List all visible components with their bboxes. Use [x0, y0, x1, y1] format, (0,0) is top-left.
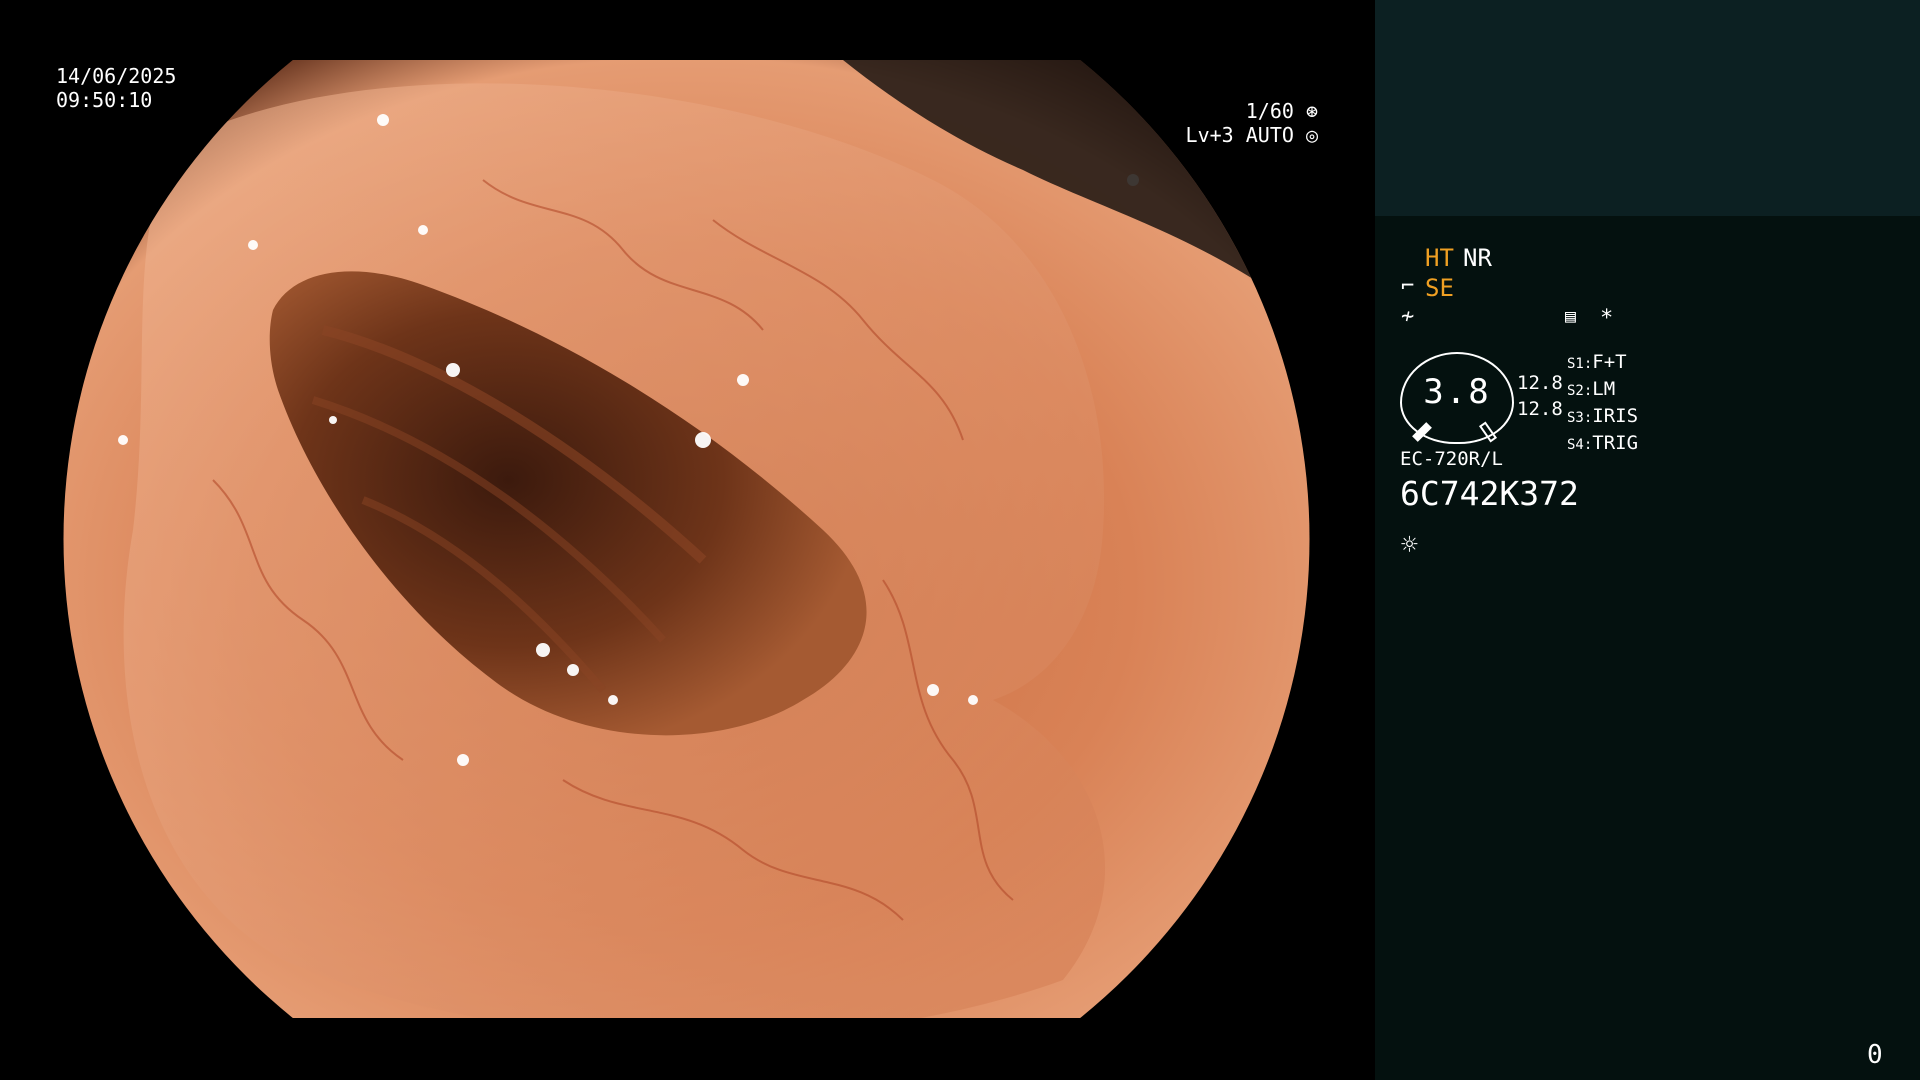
mode-ht: HT	[1425, 244, 1454, 272]
switch-row: S2:LM	[1567, 377, 1638, 404]
switch-row: S3:IRIS	[1567, 404, 1638, 431]
panel-header-area	[1375, 0, 1920, 216]
aperture-icon: ⊛	[1305, 99, 1318, 123]
switch-value: LM	[1592, 378, 1616, 400]
date-label: 14/06/2025	[56, 64, 177, 88]
date-time-readout: 14/06/2025 09:50:10	[56, 64, 176, 112]
readout-2: 12.8	[1517, 398, 1563, 420]
readout-1: 12.8	[1517, 372, 1563, 394]
mode-nr: NR	[1463, 244, 1492, 272]
switch-key: S4:	[1567, 437, 1593, 453]
switch-key: S2:	[1567, 383, 1593, 399]
auto-exposure-icon: ◎	[1305, 123, 1318, 147]
menu-icon: ▤	[1565, 306, 1576, 327]
gauge-needle-right	[1478, 421, 1498, 443]
gauge-value: 3.8	[1423, 372, 1491, 412]
freeze-icon: ≁	[1401, 304, 1415, 329]
endoscope-viewport: 14/06/2025 09:50:10 1/60 ⊛ Lv+3 AUTO ◎	[0, 0, 1375, 1080]
scope-tip-icon: ⌐	[1401, 274, 1415, 299]
light-source-icon: ☼	[1401, 528, 1418, 561]
star-marker: *	[1600, 306, 1614, 331]
scope-model: EC-720R/L	[1400, 448, 1503, 470]
level-row: Lv+3 AUTO ◎	[1186, 123, 1318, 147]
switch-key: S3:	[1567, 410, 1593, 426]
switch-row: S1:F+T	[1567, 350, 1638, 377]
mode-se: SE	[1425, 274, 1454, 302]
switch-key: S1:	[1567, 356, 1593, 372]
shutter-row: 1/60 ⊛	[1186, 99, 1318, 123]
colon-lumen-image	[63, 60, 1310, 1018]
switch-row: S4:TRIG	[1567, 431, 1638, 458]
switch-value: F+T	[1592, 351, 1627, 373]
level-label: Lv+3 AUTO	[1185, 123, 1294, 147]
exposure-readout: 1/60 ⊛ Lv+3 AUTO ◎	[1186, 99, 1318, 147]
frame-counter: 0	[1867, 1040, 1883, 1070]
endoscopic-image	[63, 60, 1310, 1018]
gauge: 3.8	[1400, 352, 1514, 444]
info-panel: HT NR ⌐ SE ≁ ▤ * 3.8 12.8 12.8 S1:F+T S2…	[1375, 0, 1920, 1080]
switch-list: S1:F+T S2:LM S3:IRIS S4:TRIG	[1567, 350, 1638, 458]
shutter-label: 1/60	[1245, 99, 1294, 123]
switch-value: IRIS	[1592, 405, 1639, 427]
switch-value: TRIG	[1592, 432, 1639, 454]
scope-serial: 6C742K372	[1400, 474, 1579, 513]
gauge-needle-left	[1412, 422, 1432, 442]
time-label: 09:50:10	[56, 88, 153, 112]
